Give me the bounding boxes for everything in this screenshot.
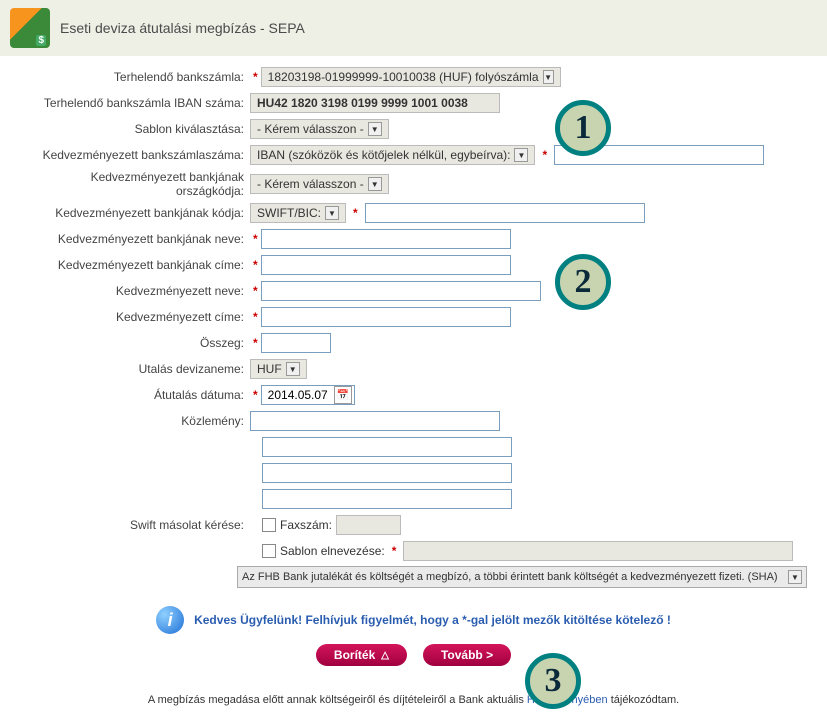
template-name-input[interactable] [403,541,793,561]
info-text: Kedves Ügyfelünk! Felhívjuk figyelmét, h… [194,613,671,627]
calendar-icon[interactable]: 📅 [334,386,352,404]
bene-addr-input[interactable] [261,307,511,327]
button-bar: Boríték△ Tovább > [20,644,807,666]
save-template-label: Sablon elnevezése: [280,544,385,558]
bene-account-type-select[interactable]: IBAN (szóközök és kötőjelek nélkül, egyb… [250,145,535,165]
label-template: Sablon kiválasztása: [20,122,250,136]
label-amount: Összeg: [20,336,250,350]
swift-bic-input[interactable] [365,203,645,223]
info-icon: i [156,606,184,634]
transfer-date-input[interactable] [264,387,334,403]
form-area: 1 2 Terhelendő bankszámla: * 18203198-01… [0,56,827,688]
required-marker: * [253,388,258,402]
info-message: i Kedves Ügyfelünk! Felhívjuk figyelmét,… [20,606,807,634]
remark-input-4[interactable] [262,489,512,509]
required-marker: * [392,544,397,558]
fax-input[interactable] [336,515,401,535]
chevron-down-icon: ▼ [368,177,382,191]
transfer-date-picker[interactable]: 📅 [261,385,355,405]
page-title: Eseti deviza átutalási megbízás - SEPA [60,20,305,36]
debit-account-select[interactable]: 18203198-01999999-10010038 (HUF) folyósz… [261,67,561,87]
callout-1: 1 [555,100,611,156]
remark-input-3[interactable] [262,463,512,483]
remark-input-1[interactable] [250,411,500,431]
fax-checkbox[interactable] [262,518,276,532]
bene-bank-name-input[interactable] [261,229,511,249]
label-bene-name: Kedvezményezett neve: [20,284,250,298]
label-bene-account: Kedvezményezett bankszámlaszáma: [20,148,250,162]
required-marker: * [253,232,258,246]
label-debit-account: Terhelendő bankszámla: [20,70,250,84]
label-bene-bank-addr: Kedvezményezett bankjának címe: [20,258,250,272]
label-iban: Terhelendő bankszámla IBAN száma: [20,96,250,110]
chevron-down-icon: ▼ [514,148,528,162]
label-swift-copy: Swift másolat kérése: [20,518,250,532]
amount-input[interactable] [261,333,331,353]
label-bene-bank-name: Kedvezményezett bankjának neve: [20,232,250,246]
chevron-down-icon: ▼ [543,70,554,84]
cost-bearing-value: Az FHB Bank jutalékát és költségét a meg… [242,571,778,583]
cost-bearing-select[interactable]: Az FHB Bank jutalékát és költségét a meg… [237,566,807,588]
required-marker: * [353,206,358,220]
required-marker: * [253,258,258,272]
label-currency: Utalás devizaneme: [20,362,250,376]
chevron-down-icon: ▼ [368,122,382,136]
chevron-down-icon: ▼ [286,362,300,376]
transfer-icon [10,8,50,48]
label-bene-addr: Kedvezményezett címe: [20,310,250,324]
required-marker: * [253,284,258,298]
triangle-up-icon: △ [381,650,389,661]
bene-name-input[interactable] [261,281,541,301]
template-select[interactable]: - Kérem válasszon - ▼ [250,119,389,139]
envelope-button[interactable]: Boríték△ [316,644,407,666]
currency-select[interactable]: HUF ▼ [250,359,307,379]
bene-bank-addr-input[interactable] [261,255,511,275]
remark-input-2[interactable] [262,437,512,457]
fax-label: Faxszám: [280,518,332,532]
chevron-down-icon: ▼ [325,206,339,220]
label-bene-bank-code: Kedvezményezett bankjának kódja: [20,206,250,220]
required-marker: * [542,148,547,162]
callout-3: 3 [525,653,581,709]
disclaimer: A megbízás megadása előtt annak költsége… [0,688,827,720]
save-template-checkbox[interactable] [262,544,276,558]
swift-bic-select[interactable]: SWIFT/BIC: ▼ [250,203,346,223]
required-marker: * [253,70,258,84]
label-date: Átutalás dátuma: [20,388,250,402]
page-header: Eseti deviza átutalási megbízás - SEPA [0,0,827,56]
required-marker: * [253,336,258,350]
required-marker: * [253,310,258,324]
label-remark: Közlemény: [20,414,250,428]
bene-bank-country-select[interactable]: - Kérem válasszon - ▼ [250,174,389,194]
debit-iban-display: HU42 1820 3198 0199 9999 1001 0038 [250,93,500,113]
callout-2: 2 [555,254,611,310]
label-bene-bank-country: Kedvezményezett bankjának országkódja: [20,170,250,198]
chevron-down-icon: ▼ [788,570,802,584]
next-button[interactable]: Tovább > [423,644,511,666]
debit-account-value: 18203198-01999999-10010038 (HUF) folyósz… [268,70,539,84]
